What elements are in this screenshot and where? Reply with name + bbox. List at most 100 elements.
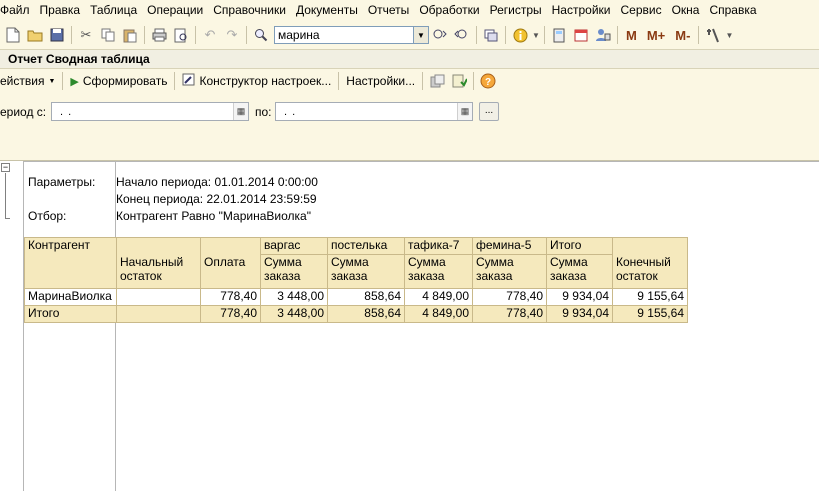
generate-button[interactable]: ▶ Сформировать xyxy=(66,70,171,92)
table-cell[interactable]: 4 849,00 xyxy=(404,288,473,306)
menu-table[interactable]: Таблица xyxy=(85,0,142,21)
new-document-icon[interactable] xyxy=(2,24,24,46)
menu-settings[interactable]: Настройки xyxy=(547,0,616,21)
table-cell[interactable]: 858,64 xyxy=(327,288,405,306)
table-cell[interactable]: 9 934,04 xyxy=(546,305,613,323)
table-cell[interactable] xyxy=(116,288,201,306)
table-cell[interactable]: 4 849,00 xyxy=(404,305,473,323)
window-title: Отчет Сводная таблица xyxy=(8,52,150,66)
table-cell[interactable]: 778,40 xyxy=(200,288,261,306)
save-icon[interactable] xyxy=(46,24,68,46)
toolbar-separator xyxy=(71,26,72,44)
windows-icon[interactable] xyxy=(480,24,502,46)
chevron-down-icon[interactable]: ▼ xyxy=(531,24,541,46)
form-command-bar: ействия ▼ ▶ Сформировать Конструктор нас… xyxy=(0,69,819,93)
toolbar-separator xyxy=(617,26,618,44)
filter-label: Отбор: xyxy=(28,209,67,223)
column-header: Оплата xyxy=(200,254,261,289)
table-cell[interactable]: 778,40 xyxy=(472,288,547,306)
column-header xyxy=(116,237,201,255)
column-header: Сумма заказа xyxy=(404,254,473,289)
menu-service[interactable]: Сервис xyxy=(615,0,666,21)
table-cell[interactable]: 858,64 xyxy=(327,305,405,323)
table-cell[interactable]: 9 155,64 xyxy=(612,288,688,306)
help-icon[interactable]: ? xyxy=(477,70,499,92)
toolbar-separator xyxy=(144,26,145,44)
column-header: варгас xyxy=(260,237,328,255)
paste-icon[interactable] xyxy=(119,24,141,46)
table-cell[interactable]: 778,40 xyxy=(200,305,261,323)
grid-line xyxy=(23,161,819,162)
table-cell[interactable]: 778,40 xyxy=(472,305,547,323)
settings-constructor-button[interactable]: Конструктор настроек... xyxy=(178,70,335,92)
redo-icon[interactable]: ↷ xyxy=(221,24,243,46)
menu-windows[interactable]: Окна xyxy=(667,0,705,21)
toolbar-separator xyxy=(505,26,506,44)
table-cell[interactable] xyxy=(116,305,201,323)
menu-registers[interactable]: Регистры xyxy=(485,0,547,21)
undo-icon[interactable]: ↶ xyxy=(199,24,221,46)
pivot-table: Контрагент варгас постелька тафика-7 фем… xyxy=(24,237,688,323)
find-previous-icon[interactable] xyxy=(451,24,473,46)
window-title-bar: Отчет Сводная таблица xyxy=(0,49,819,69)
actions-menu-label: ействия xyxy=(0,74,45,88)
info-icon[interactable] xyxy=(509,24,531,46)
column-header xyxy=(200,237,261,255)
menu-edit[interactable]: Правка xyxy=(35,0,86,21)
copy-icon[interactable] xyxy=(97,24,119,46)
save-settings-icon[interactable] xyxy=(448,70,470,92)
restore-settings-icon[interactable] xyxy=(426,70,448,92)
table-cell[interactable]: Итого xyxy=(24,305,117,323)
menu-help[interactable]: Справка xyxy=(704,0,761,21)
menu-file[interactable]: Файл xyxy=(0,0,35,21)
menu-bar: Файл Правка Таблица Операции Справочники… xyxy=(0,0,819,21)
search-input[interactable] xyxy=(274,26,414,44)
menu-operations[interactable]: Операции xyxy=(142,0,208,21)
table-cell[interactable]: 9 155,64 xyxy=(612,305,688,323)
period-to-field[interactable]: . . ▦ xyxy=(275,102,473,121)
calendar-icon[interactable]: ▦ xyxy=(457,103,472,120)
tools-icon[interactable] xyxy=(702,24,724,46)
calendar-icon[interactable] xyxy=(570,24,592,46)
print-icon[interactable] xyxy=(148,24,170,46)
settings-button[interactable]: Настройки... xyxy=(342,70,419,92)
column-header xyxy=(612,237,688,255)
find-next-icon[interactable] xyxy=(429,24,451,46)
menu-reports[interactable]: Отчеты xyxy=(363,0,414,21)
period-to-value: . . xyxy=(284,105,297,118)
calculator-icon[interactable] xyxy=(548,24,570,46)
period-select-button[interactable]: ... xyxy=(479,102,499,121)
menu-processing[interactable]: Обработки xyxy=(414,0,484,21)
print-preview-icon[interactable] xyxy=(170,24,192,46)
params-end: Конец периода: 22.01.2014 23:59:59 xyxy=(116,192,317,206)
svg-text:?: ? xyxy=(485,77,491,88)
main-toolbar: ✂ ↶ ↷ ▼ ▼ M M+ M- xyxy=(0,21,819,49)
memory-add-button[interactable]: M+ xyxy=(642,28,670,43)
memory-subtract-button[interactable]: M- xyxy=(670,28,695,43)
open-folder-icon[interactable] xyxy=(24,24,46,46)
total-row[interactable]: Итого 778,40 3 448,00 858,64 4 849,00 77… xyxy=(24,305,688,323)
settings-constructor-label: Конструктор настроек... xyxy=(199,74,332,88)
table-cell[interactable]: 3 448,00 xyxy=(260,288,328,306)
table-header-row: Контрагент варгас постелька тафика-7 фем… xyxy=(24,237,688,289)
menu-documents[interactable]: Документы xyxy=(291,0,363,21)
collapse-group-button[interactable]: − xyxy=(1,163,10,172)
period-to-label: по: xyxy=(255,105,272,119)
toolbar-separator xyxy=(422,72,424,90)
table-cell[interactable]: 9 934,04 xyxy=(546,288,613,306)
period-from-field[interactable]: . . ▦ xyxy=(51,102,249,121)
users-icon[interactable] xyxy=(592,24,614,46)
cut-icon[interactable]: ✂ xyxy=(75,24,97,46)
table-cell[interactable]: 3 448,00 xyxy=(260,305,328,323)
menu-catalogs[interactable]: Справочники xyxy=(208,0,291,21)
calendar-icon[interactable]: ▦ xyxy=(233,103,248,120)
table-row[interactable]: МаринаВиолка 778,40 3 448,00 858,64 4 84… xyxy=(24,288,688,306)
generate-button-label: Сформировать xyxy=(82,74,168,88)
table-cell[interactable]: МаринаВиолка xyxy=(24,288,117,306)
toolbar-separator xyxy=(544,26,545,44)
toolbar-separator xyxy=(174,72,176,90)
chevron-down-icon[interactable]: ▼ xyxy=(724,24,734,46)
search-dropdown-button[interactable]: ▼ xyxy=(414,26,429,44)
memory-store-button[interactable]: M xyxy=(621,28,642,43)
actions-menu-button[interactable]: ействия ▼ xyxy=(0,70,59,92)
